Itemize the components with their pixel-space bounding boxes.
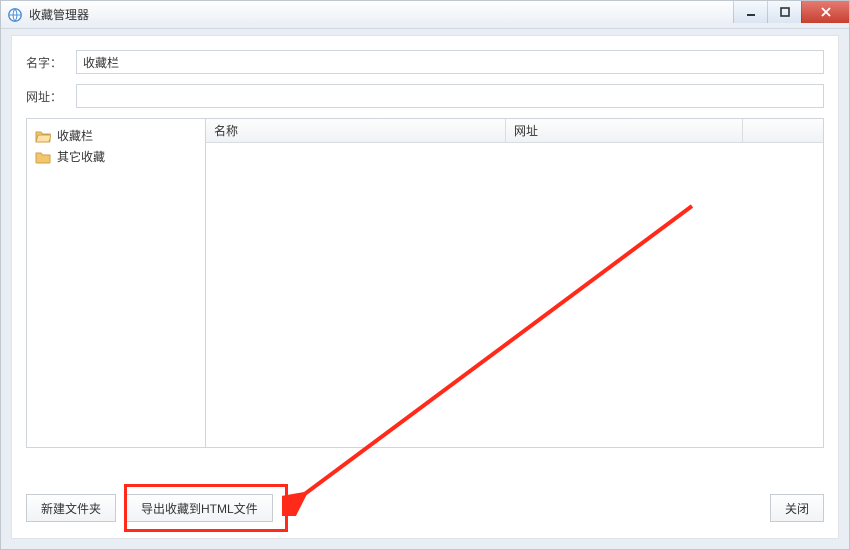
app-icon xyxy=(7,7,23,23)
tree-item-label: 其它收藏 xyxy=(57,148,105,165)
url-input[interactable] xyxy=(76,84,824,108)
name-row: 名字： xyxy=(26,50,824,74)
column-header-spacer xyxy=(743,119,823,142)
column-header-name[interactable]: 名称 xyxy=(206,119,506,142)
grid-header: 名称 网址 xyxy=(206,119,823,143)
tree-item-label: 收藏栏 xyxy=(57,127,93,144)
folder-closed-icon xyxy=(35,150,51,164)
url-row: 网址： xyxy=(26,84,824,108)
close-button[interactable]: 关闭 xyxy=(770,494,824,522)
minimize-button[interactable] xyxy=(733,1,767,23)
name-label: 名字： xyxy=(26,54,76,71)
column-header-url[interactable]: 网址 xyxy=(506,119,743,142)
window-title: 收藏管理器 xyxy=(29,6,89,23)
export-html-button[interactable]: 导出收藏到HTML文件 xyxy=(126,494,273,522)
tree-item-other-bookmarks[interactable]: 其它收藏 xyxy=(31,146,201,167)
folder-tree[interactable]: 收藏栏 其它收藏 xyxy=(26,118,206,448)
maximize-button[interactable] xyxy=(767,1,801,23)
bookmark-grid: 名称 网址 xyxy=(206,118,824,448)
folder-open-icon xyxy=(35,129,51,143)
title-bar: 收藏管理器 xyxy=(1,1,849,29)
name-input[interactable] xyxy=(76,50,824,74)
client-area: 名字： 网址： 收藏栏 其它收藏 名称 网 xyxy=(11,35,839,539)
window-controls xyxy=(733,1,849,23)
new-folder-button[interactable]: 新建文件夹 xyxy=(26,494,116,522)
split-pane: 收藏栏 其它收藏 名称 网址 xyxy=(26,118,824,448)
tree-item-bookmarks-bar[interactable]: 收藏栏 xyxy=(31,125,201,146)
grid-body[interactable] xyxy=(206,143,823,447)
close-window-button[interactable] xyxy=(801,1,849,23)
footer-bar: 新建文件夹 导出收藏到HTML文件 关闭 xyxy=(26,494,824,522)
url-label: 网址： xyxy=(26,88,76,105)
